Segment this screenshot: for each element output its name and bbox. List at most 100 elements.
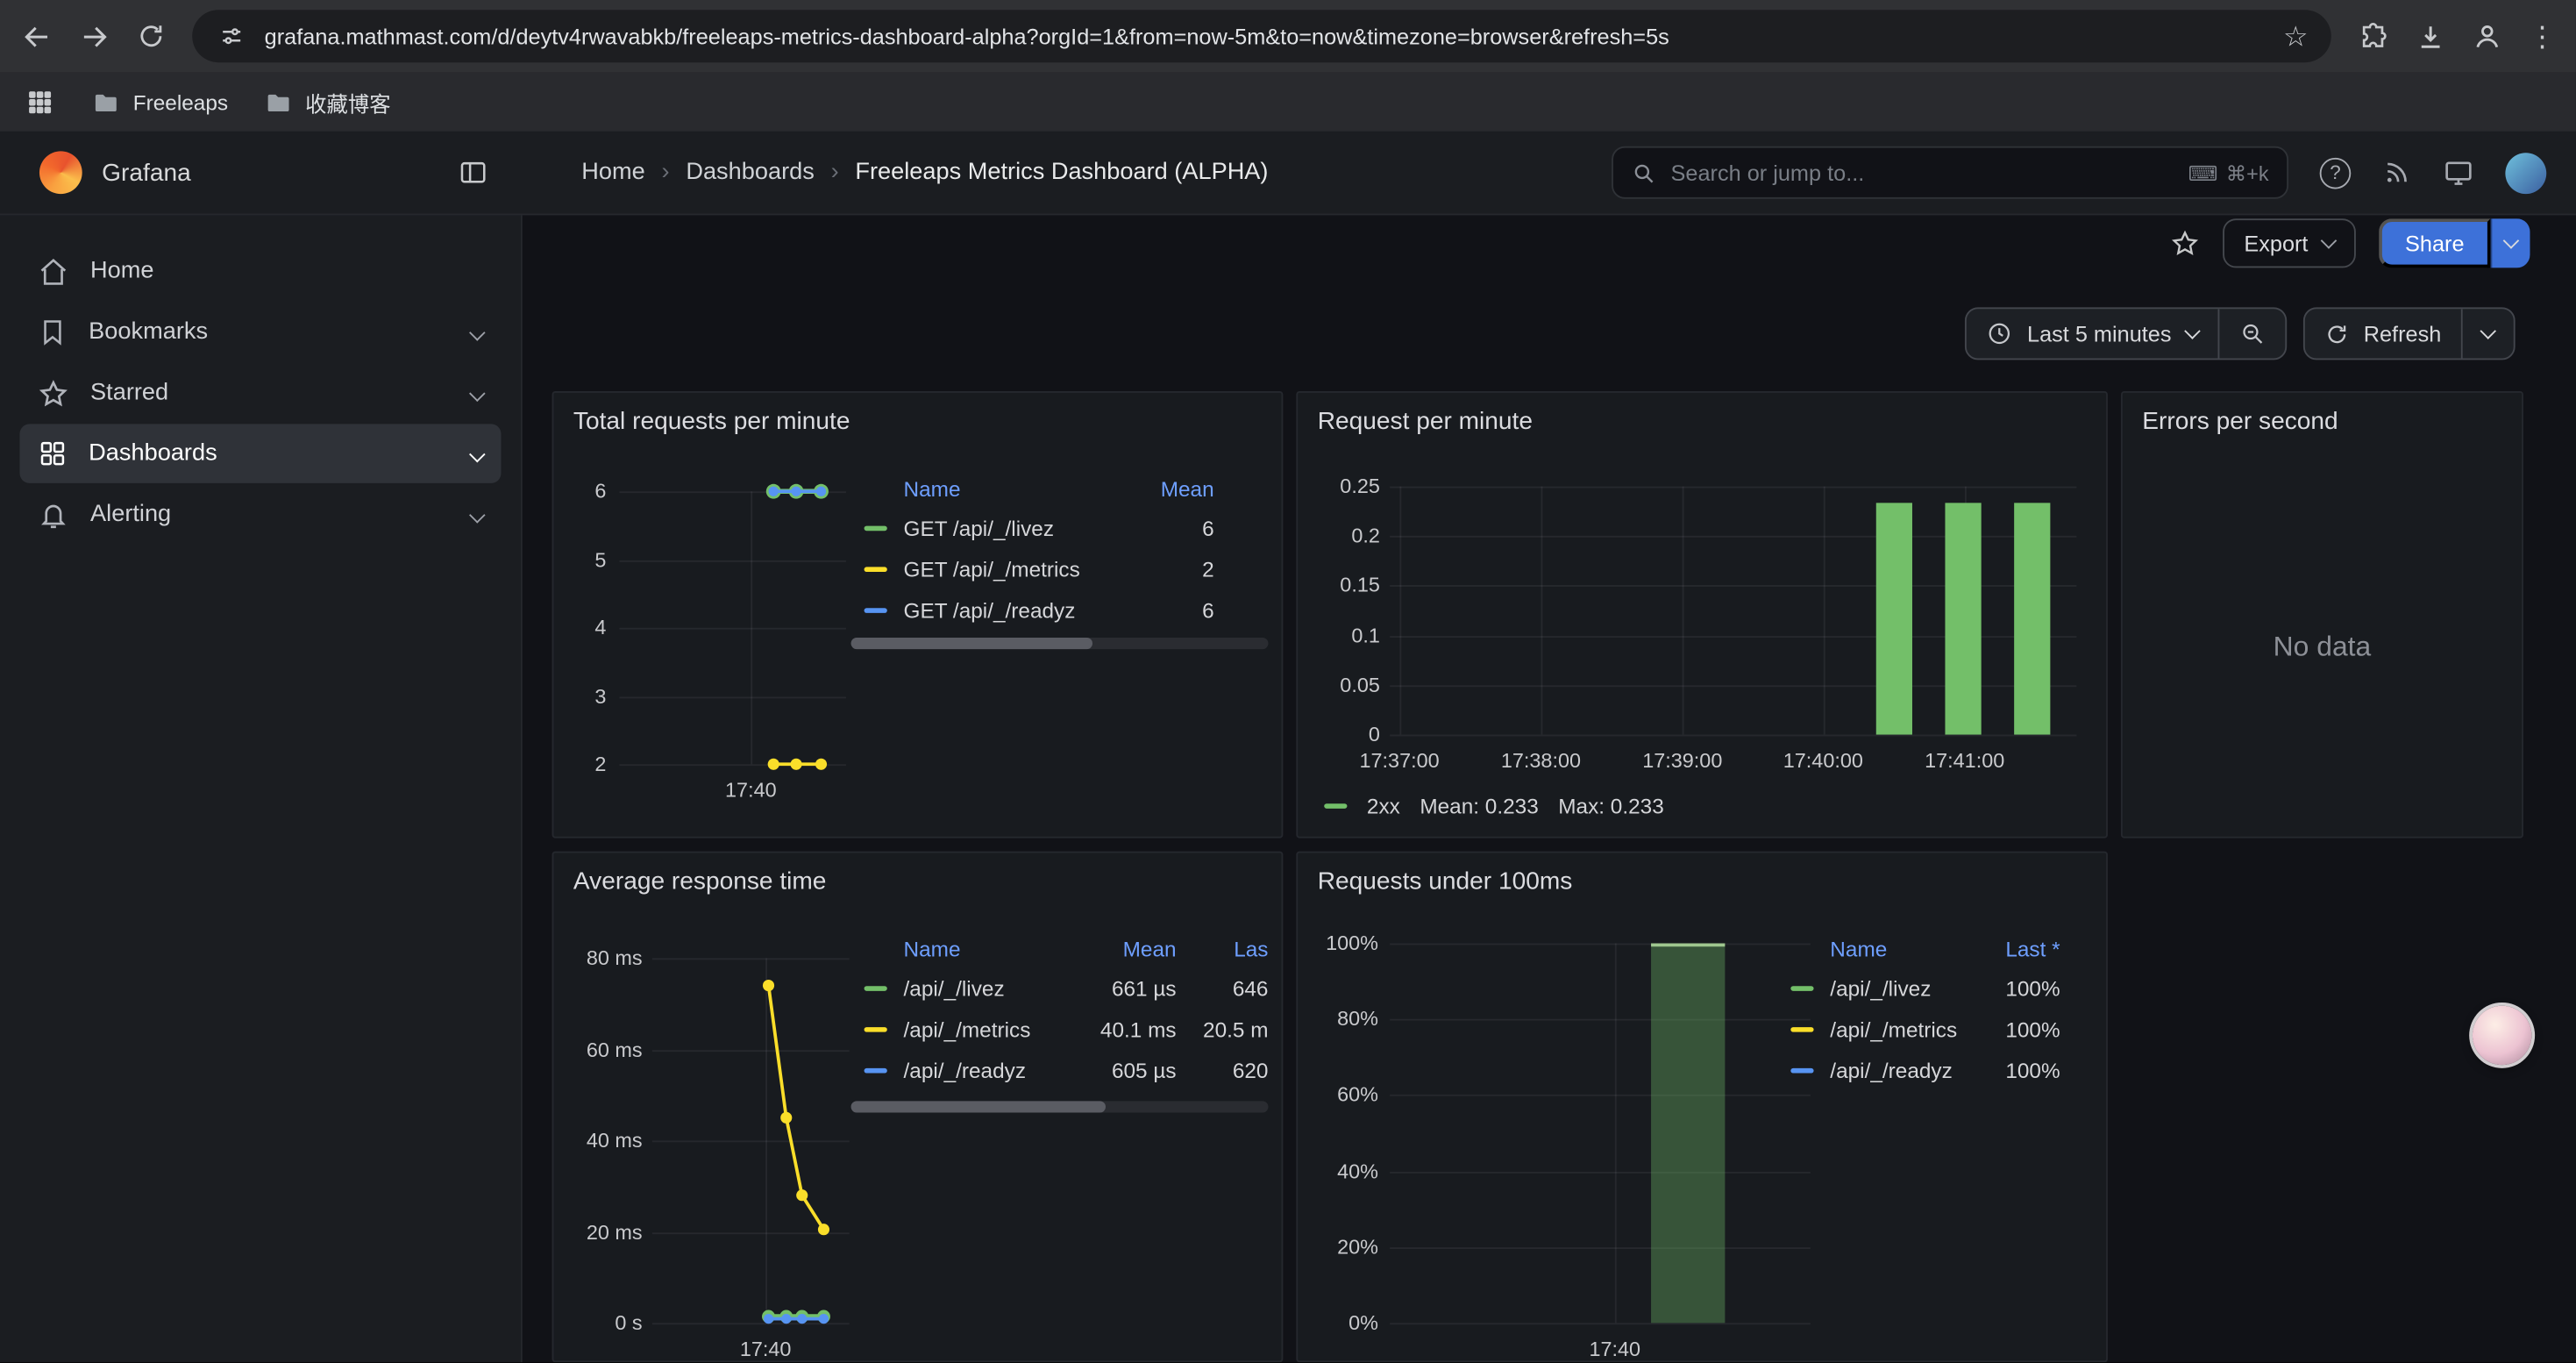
refresh-button[interactable]: Refresh [2304, 309, 2461, 358]
series-name: /api/_/livez [904, 976, 1081, 1001]
rss-icon[interactable] [2382, 158, 2412, 188]
bar-chart: 100%80%60%40%20%0% 17:40 [1318, 935, 1811, 1359]
legend-row[interactable]: /api/_/readyz100% [1777, 1050, 2060, 1091]
gridline [1390, 1247, 1811, 1249]
refresh-interval-button[interactable] [2461, 309, 2514, 358]
gridline [652, 1323, 850, 1324]
panel-title[interactable]: Request per minute [1298, 393, 1552, 436]
legend-header: NameMeanLas [851, 929, 1269, 968]
legend-row[interactable]: /api/_/metrics100% [1777, 1009, 2060, 1050]
gridline [1683, 487, 1684, 735]
download-icon[interactable] [2413, 19, 2445, 52]
site-settings-icon[interactable] [215, 19, 247, 52]
feedback-avatar[interactable] [2473, 1006, 2531, 1065]
apps-grid-icon[interactable] [23, 85, 55, 118]
legend-row[interactable]: /api/_/livez100% [1777, 968, 2060, 1010]
series-color-dash [865, 567, 887, 572]
time-range-button[interactable]: Last 5 minutes [1967, 309, 2217, 358]
legend-row[interactable]: GET /api/_/readyz6 [851, 590, 1214, 632]
panel-title[interactable]: Total requests per minute [553, 393, 870, 436]
panel-total-requests: Total requests per minute 65432 17:40 Na… [552, 391, 1284, 838]
favorite-star-icon[interactable] [2170, 228, 2200, 258]
scrollbar-thumb[interactable] [851, 638, 1093, 649]
url-text[interactable]: grafana.mathmast.com/d/deytv4rwavabkb/fr… [265, 24, 2267, 48]
zoom-out-button[interactable] [2217, 309, 2285, 358]
sidebar-toggle-icon[interactable] [457, 156, 489, 189]
bookmark-folder-freeleaps[interactable]: Freeleaps [92, 88, 228, 116]
series-color-dash [865, 1027, 887, 1032]
bookmark-folder-blog[interactable]: 收藏博客 [264, 86, 390, 118]
legend-row[interactable]: GET /api/_/livez6 [851, 508, 1214, 549]
x-axis-label: 17:40 [725, 779, 777, 802]
address-bar[interactable]: grafana.mathmast.com/d/deytv4rwavabkb/fr… [192, 10, 2331, 62]
legend-column-header[interactable]: Mean [1081, 936, 1177, 960]
export-button[interactable]: Export [2223, 218, 2356, 268]
user-avatar[interactable] [2505, 152, 2546, 193]
legend-column-header[interactable]: Mean [1119, 475, 1214, 500]
legend-column-header[interactable]: Name [1830, 936, 1975, 960]
legend-scrollbar[interactable] [851, 638, 1269, 649]
gridline [1823, 487, 1825, 735]
search-input[interactable] [1671, 161, 2174, 185]
sidebar-item-alerting[interactable]: Alerting [19, 485, 501, 544]
x-axis-label: 17:41:00 [1925, 749, 2004, 772]
x-axis-label: 17:40 [1589, 1338, 1640, 1360]
chevron-down-icon[interactable] [472, 318, 483, 345]
plot-area: 17:40 [619, 491, 846, 764]
legend-row[interactable]: /api/_/readyz605 µs620 [851, 1050, 1269, 1091]
legend-column-header[interactable]: Last * [1975, 936, 2060, 960]
chevron-down-icon[interactable] [472, 440, 483, 467]
y-axis-label: 0% [1348, 1311, 1378, 1334]
chevron-down-icon[interactable] [472, 380, 483, 406]
y-axis-label: 2 [594, 753, 606, 775]
legend-inline[interactable]: 2xx Mean: 0.233 Max: 0.233 [1324, 794, 1664, 818]
legend-row[interactable]: /api/_/metrics40.1 ms20.5 m [851, 1009, 1269, 1050]
legend-scrollbar[interactable] [851, 1101, 1269, 1112]
sidebar-item-bookmarks[interactable]: Bookmarks [19, 303, 501, 361]
y-axis: 100%80%60%40%20%0% [1318, 944, 1378, 1324]
reload-icon[interactable] [135, 19, 167, 52]
sidebar-item-home[interactable]: Home [19, 241, 501, 300]
series-name: GET /api/_/livez [904, 516, 1119, 540]
help-icon[interactable]: ? [2320, 157, 2352, 189]
panel-title[interactable]: Errors per second [2123, 393, 2358, 436]
bar [1651, 944, 1725, 1324]
panel-errors-per-second: Errors per second No data [2121, 391, 2523, 838]
x-axis-label: 17:40:00 [1783, 749, 1863, 772]
search-shortcut: ⌨ ⌘+k [2188, 161, 2269, 185]
breadcrumb-home[interactable]: Home [581, 160, 644, 186]
legend-row[interactable]: GET /api/_/metrics2 [851, 549, 1214, 590]
forward-icon[interactable] [77, 19, 110, 52]
legend-row[interactable]: /api/_/livez661 µs646 [851, 968, 1269, 1010]
search-box[interactable]: ⌨ ⌘+k [1612, 146, 2288, 199]
bookmark-star-icon[interactable]: ☆ [2283, 22, 2309, 50]
breadcrumb-dashboards[interactable]: Dashboards [686, 160, 814, 186]
series-value: 100% [1975, 1059, 2060, 1083]
menu-kebab-icon[interactable]: ⋮ [2529, 22, 2557, 50]
monitor-icon[interactable] [2443, 157, 2474, 189]
breadcrumb-current: Freeleaps Metrics Dashboard (ALPHA) [855, 160, 1268, 186]
y-axis-label: 0.25 [1340, 475, 1380, 497]
chevron-down-icon[interactable] [472, 501, 483, 527]
profile-icon[interactable] [2471, 19, 2503, 52]
back-icon[interactable] [19, 19, 52, 52]
legend-column-header[interactable]: Name [904, 475, 1119, 500]
y-axis-label: 40% [1337, 1160, 1378, 1182]
extensions-icon[interactable] [2356, 19, 2388, 52]
legend-column-header[interactable]: Las [1177, 936, 1269, 960]
x-axis-label: 17:37:00 [1360, 749, 1440, 772]
scrollbar-thumb[interactable] [851, 1101, 1106, 1112]
share-options-button[interactable] [2491, 218, 2530, 268]
series-color-dash [865, 986, 887, 991]
line-series [652, 958, 850, 1323]
sidebar-item-starred[interactable]: Starred [19, 363, 501, 422]
legend-column-header[interactable]: Name [904, 936, 1081, 960]
series-name: /api/_/livez [1830, 976, 1975, 1001]
y-axis-label: 6 [594, 480, 606, 503]
series-name: /api/_/metrics [904, 1017, 1081, 1042]
grafana-logo[interactable] [39, 151, 82, 194]
panel-title[interactable]: Requests under 100ms [1298, 853, 1592, 896]
sidebar-item-dashboards[interactable]: Dashboards [19, 424, 501, 482]
panel-title[interactable]: Average response time [553, 853, 845, 896]
share-button[interactable]: Share [2379, 218, 2490, 268]
